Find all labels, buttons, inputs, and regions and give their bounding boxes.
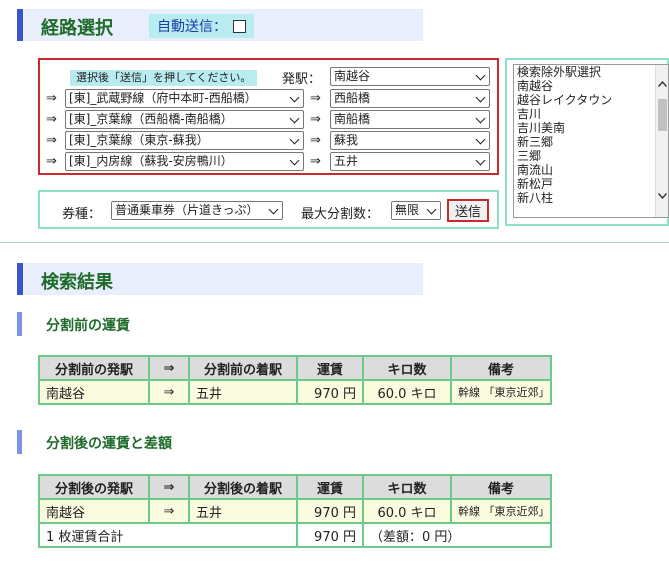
line-select-4[interactable]: [東]_内房線（蘇我-安房鴨川） <box>65 152 304 171</box>
after-split-title: 分割後の運賃と差額 <box>46 436 172 452</box>
column-header: 運賃 <box>296 474 364 500</box>
column-header: 運賃 <box>296 355 364 381</box>
list-item[interactable]: 越谷レイクタウン <box>514 93 668 107</box>
after-split-header: 分割後の運賃と差額 <box>17 430 317 454</box>
listbox-scrollbar[interactable] <box>655 65 668 217</box>
row-arrow: ⇒ <box>148 498 190 524</box>
column-header: キロ数 <box>362 355 452 381</box>
column-header: 分割後の着駅 <box>188 474 298 500</box>
station-select-4[interactable]: 五井 <box>330 152 490 171</box>
column-header: 分割前の発駅 <box>38 355 150 381</box>
total-row: 1 枚運賃合計 970 円 （差額：0 円） <box>38 522 552 548</box>
station-value: 南船橋 <box>334 112 371 126</box>
ticket-type-label: 券種： <box>62 207 102 222</box>
max-split-select[interactable]: 無限 <box>391 201 441 220</box>
list-item[interactable]: 新三郷 <box>514 135 668 149</box>
auto-send-label: 自動送信： <box>157 19 227 35</box>
column-header: 備考 <box>450 355 552 381</box>
station-value: 五井 <box>334 154 359 168</box>
table-header-row: 分割前の発駅 ⇒ 分割前の着駅 運賃 キロ数 備考 <box>38 355 552 381</box>
to-station: 五井 <box>188 379 298 405</box>
fare: 970 円 <box>296 498 364 524</box>
line-select-1[interactable]: [東]_武蔵野線（府中本町-西船橋） <box>65 89 304 108</box>
station-value: 蘇我 <box>334 133 359 147</box>
from-station: 南越谷 <box>38 498 150 524</box>
list-item[interactable]: 新松戸 <box>514 177 668 191</box>
line-select-3[interactable]: [東]_京葉線（東京-蘇我） <box>65 131 304 150</box>
list-item[interactable]: 吉川 <box>514 107 668 121</box>
column-header: 備考 <box>450 474 552 500</box>
auto-send-toggle[interactable]: 自動送信： <box>149 14 254 38</box>
remarks: 幹線 「東京近郊」 <box>450 498 552 524</box>
leg-arrow: ⇒ <box>46 133 57 148</box>
scrollbar-thumb[interactable] <box>658 99 667 131</box>
exclude-station-listbox[interactable]: 検索除外駅選択 南越谷 越谷レイクタウン 吉川 吉川美南 新三郷 三郷 南流山 … <box>513 64 669 218</box>
start-station-label: 発駅： <box>282 72 322 87</box>
line-value: [東]_京葉線（西船橋-南船橋） <box>69 112 233 126</box>
line-value: [東]_京葉線（東京-蘇我） <box>69 133 209 147</box>
station-select-3[interactable]: 蘇我 <box>330 131 490 150</box>
route-section-title: 経路選択 <box>41 18 113 39</box>
column-header: ⇒ <box>148 355 190 381</box>
line-select-2[interactable]: [東]_京葉線（西船橋-南船橋） <box>65 110 304 129</box>
table-row: 南越谷 ⇒ 五井 970 円 60.0 キロ 幹線 「東京近郊」 <box>38 379 552 405</box>
leg-arrow: ⇒ <box>310 154 321 169</box>
results-section-title: 検索結果 <box>41 272 113 293</box>
column-header: キロ数 <box>362 474 452 500</box>
column-header: 分割前の着駅 <box>188 355 298 381</box>
line-value: [東]_内房線（蘇我-安房鴨川） <box>69 154 233 168</box>
list-item[interactable]: 南流山 <box>514 163 668 177</box>
station-select-2[interactable]: 南船橋 <box>330 110 490 129</box>
leg-arrow: ⇒ <box>310 91 321 106</box>
table-row: 南越谷 ⇒ 五井 970 円 60.0 キロ 幹線 「東京近郊」 <box>38 498 552 524</box>
max-split-label: 最大分割数： <box>301 207 380 222</box>
list-item[interactable]: 三郷 <box>514 149 668 163</box>
total-label: 1 枚運賃合計 <box>38 522 298 548</box>
chevron-up-icon[interactable] <box>658 81 667 87</box>
row-arrow: ⇒ <box>148 379 190 405</box>
after-split-table: 分割後の発駅 ⇒ 分割後の着駅 運賃 キロ数 備考 南越谷 ⇒ 五井 970 円… <box>38 474 552 548</box>
leg-arrow: ⇒ <box>310 133 321 148</box>
list-item[interactable]: 吉川美南 <box>514 121 668 135</box>
before-split-title: 分割前の運賃 <box>46 318 130 334</box>
list-item[interactable]: 検索除外駅選択 <box>514 65 668 79</box>
section-divider <box>0 242 669 243</box>
distance-km: 60.0 キロ <box>362 379 452 405</box>
list-item[interactable]: 南越谷 <box>514 79 668 93</box>
results-section-header: 検索結果 <box>17 263 423 295</box>
before-split-header: 分割前の運賃 <box>17 312 317 336</box>
ticket-type-value: 普通乗車券（片道きっぷ） <box>115 203 259 217</box>
station-select-1[interactable]: 西船橋 <box>330 89 490 108</box>
table-header-row: 分割後の発駅 ⇒ 分割後の着駅 運賃 キロ数 備考 <box>38 474 552 500</box>
leg-arrow: ⇒ <box>46 112 57 127</box>
to-station: 五井 <box>188 498 298 524</box>
instruction-hint: 選択後「送信」を押してください。 <box>70 70 258 86</box>
total-fare: 970 円 <box>296 522 364 548</box>
start-station-select[interactable]: 南越谷 <box>330 67 490 86</box>
leg-arrow: ⇒ <box>46 91 57 106</box>
line-value: [東]_武蔵野線（府中本町-西船橋） <box>69 91 257 105</box>
from-station: 南越谷 <box>38 379 150 405</box>
distance-km: 60.0 キロ <box>362 498 452 524</box>
column-header: ⇒ <box>148 474 190 500</box>
start-station-value: 南越谷 <box>334 69 371 83</box>
list-item[interactable]: 新八柱 <box>514 191 668 205</box>
remarks: 幹線 「東京近郊」 <box>450 379 552 405</box>
chevron-down-icon[interactable] <box>658 193 667 199</box>
ticket-type-select[interactable]: 普通乗車券（片道きっぷ） <box>111 201 283 220</box>
fare: 970 円 <box>296 379 364 405</box>
max-split-value: 無限 <box>395 203 420 217</box>
leg-arrow: ⇒ <box>310 112 321 127</box>
station-value: 西船橋 <box>334 91 371 105</box>
fare-difference: （差額：0 円） <box>362 522 552 548</box>
before-split-table: 分割前の発駅 ⇒ 分割前の着駅 運賃 キロ数 備考 南越谷 ⇒ 五井 970 円… <box>38 355 552 405</box>
column-header: 分割後の発駅 <box>38 474 150 500</box>
leg-arrow: ⇒ <box>46 154 57 169</box>
submit-button[interactable]: 送信 <box>447 199 489 222</box>
auto-send-checkbox[interactable] <box>233 19 246 33</box>
